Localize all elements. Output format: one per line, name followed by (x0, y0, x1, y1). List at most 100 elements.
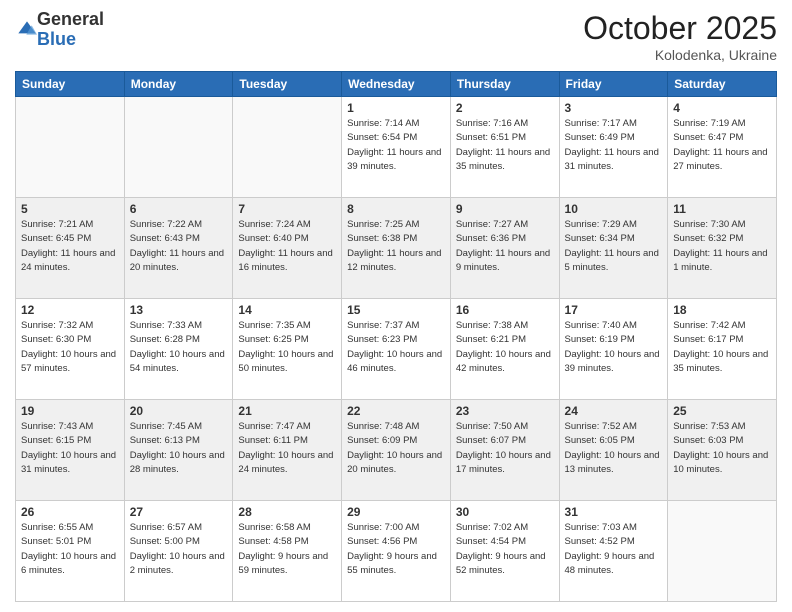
table-row: 1 Sunrise: 7:14 AMSunset: 6:54 PMDaylight… (342, 97, 451, 198)
table-row: 21 Sunrise: 7:47 AMSunset: 6:11 PMDayligh… (233, 400, 342, 501)
day-number: 12 (21, 303, 119, 317)
day-info: Sunrise: 7:24 AMSunset: 6:40 PMDaylight:… (238, 218, 336, 275)
col-monday: Monday (124, 72, 233, 97)
day-number: 24 (565, 404, 663, 418)
day-number: 5 (21, 202, 119, 216)
table-row: 3 Sunrise: 7:17 AMSunset: 6:49 PMDaylight… (559, 97, 668, 198)
day-number: 4 (673, 101, 771, 115)
day-number: 3 (565, 101, 663, 115)
day-info: Sunrise: 7:38 AMSunset: 6:21 PMDaylight:… (456, 319, 554, 376)
day-info: Sunrise: 7:21 AMSunset: 6:45 PMDaylight:… (21, 218, 119, 275)
table-row: 27 Sunrise: 6:57 AMSunset: 5:00 PMDayligh… (124, 501, 233, 602)
day-info: Sunrise: 6:57 AMSunset: 5:00 PMDaylight:… (130, 521, 228, 578)
day-info: Sunrise: 6:58 AMSunset: 4:58 PMDaylight:… (238, 521, 336, 578)
day-info: Sunrise: 7:03 AMSunset: 4:52 PMDaylight:… (565, 521, 663, 578)
table-row: 25Sunrise: 7:53 AMSunset: 6:03 PMDayligh… (668, 400, 777, 501)
day-number: 17 (565, 303, 663, 317)
page: General Blue October 2025 Kolodenka, Ukr… (0, 0, 792, 612)
table-row: 14Sunrise: 7:35 AMSunset: 6:25 PMDayligh… (233, 299, 342, 400)
day-info: Sunrise: 7:30 AMSunset: 6:32 PMDaylight:… (673, 218, 771, 275)
calendar-table: Sunday Monday Tuesday Wednesday Thursday… (15, 71, 777, 602)
day-number: 19 (21, 404, 119, 418)
table-row: 13 Sunrise: 7:33 AMSunset: 6:28 PMDayligh… (124, 299, 233, 400)
day-info: Sunrise: 7:00 AMSunset: 4:56 PMDaylight:… (347, 521, 445, 578)
day-number: 20 (130, 404, 228, 418)
day-info: Sunrise: 7:33 AMSunset: 6:28 PMDaylight:… (130, 319, 228, 376)
calendar-week-row: 26 Sunrise: 6:55 AMSunset: 5:01 PMDayligh… (16, 501, 777, 602)
col-friday: Friday (559, 72, 668, 97)
day-number: 2 (456, 101, 554, 115)
day-number: 7 (238, 202, 336, 216)
calendar-week-row: 5 Sunrise: 7:21 AMSunset: 6:45 PMDaylight… (16, 198, 777, 299)
day-info: Sunrise: 7:17 AMSunset: 6:49 PMDaylight:… (565, 117, 663, 174)
table-row: 8Sunrise: 7:25 AMSunset: 6:38 PMDaylight… (342, 198, 451, 299)
day-info: Sunrise: 7:42 AMSunset: 6:17 PMDaylight:… (673, 319, 771, 376)
table-row: 28 Sunrise: 6:58 AMSunset: 4:58 PMDayligh… (233, 501, 342, 602)
day-number: 21 (238, 404, 336, 418)
day-info: Sunrise: 7:50 AMSunset: 6:07 PMDaylight:… (456, 420, 554, 477)
table-row: 22 Sunrise: 7:48 AMSunset: 6:09 PMDayligh… (342, 400, 451, 501)
table-row (16, 97, 125, 198)
day-number: 30 (456, 505, 554, 519)
day-info: Sunrise: 7:25 AMSunset: 6:38 PMDaylight:… (347, 218, 445, 275)
day-number: 28 (238, 505, 336, 519)
day-number: 29 (347, 505, 445, 519)
day-info: Sunrise: 7:45 AMSunset: 6:13 PMDaylight:… (130, 420, 228, 477)
day-info: Sunrise: 7:22 AMSunset: 6:43 PMDaylight:… (130, 218, 228, 275)
table-row: 2 Sunrise: 7:16 AMSunset: 6:51 PMDaylight… (450, 97, 559, 198)
day-info: Sunrise: 6:55 AMSunset: 5:01 PMDaylight:… (21, 521, 119, 578)
day-info: Sunrise: 7:47 AMSunset: 6:11 PMDaylight:… (238, 420, 336, 477)
day-info: Sunrise: 7:16 AMSunset: 6:51 PMDaylight:… (456, 117, 554, 174)
day-info: Sunrise: 7:43 AMSunset: 6:15 PMDaylight:… (21, 420, 119, 477)
col-wednesday: Wednesday (342, 72, 451, 97)
logo-general-text: General (37, 10, 104, 30)
table-row: 23Sunrise: 7:50 AMSunset: 6:07 PMDayligh… (450, 400, 559, 501)
table-row: 9Sunrise: 7:27 AMSunset: 6:36 PMDaylight… (450, 198, 559, 299)
table-row: 20 Sunrise: 7:45 AMSunset: 6:13 PMDayligh… (124, 400, 233, 501)
day-number: 10 (565, 202, 663, 216)
day-number: 1 (347, 101, 445, 115)
table-row (668, 501, 777, 602)
table-row: 24 Sunrise: 7:52 AMSunset: 6:05 PMDayligh… (559, 400, 668, 501)
table-row: 19 Sunrise: 7:43 AMSunset: 6:15 PMDayligh… (16, 400, 125, 501)
calendar-week-row: 1 Sunrise: 7:14 AMSunset: 6:54 PMDaylight… (16, 97, 777, 198)
table-row: 18 Sunrise: 7:42 AMSunset: 6:17 PMDayligh… (668, 299, 777, 400)
day-number: 9 (456, 202, 554, 216)
table-row: 16Sunrise: 7:38 AMSunset: 6:21 PMDayligh… (450, 299, 559, 400)
day-info: Sunrise: 7:32 AMSunset: 6:30 PMDaylight:… (21, 319, 119, 376)
title-area: October 2025 Kolodenka, Ukraine (583, 10, 777, 63)
table-row: 31Sunrise: 7:03 AMSunset: 4:52 PMDayligh… (559, 501, 668, 602)
location: Kolodenka, Ukraine (583, 47, 777, 63)
day-info: Sunrise: 7:35 AMSunset: 6:25 PMDaylight:… (238, 319, 336, 376)
col-saturday: Saturday (668, 72, 777, 97)
logo: General Blue (15, 10, 104, 50)
day-number: 15 (347, 303, 445, 317)
table-row: 15Sunrise: 7:37 AMSunset: 6:23 PMDayligh… (342, 299, 451, 400)
table-row: 7 Sunrise: 7:24 AMSunset: 6:40 PMDaylight… (233, 198, 342, 299)
day-number: 18 (673, 303, 771, 317)
day-number: 26 (21, 505, 119, 519)
calendar-week-row: 19 Sunrise: 7:43 AMSunset: 6:15 PMDayligh… (16, 400, 777, 501)
table-row (124, 97, 233, 198)
calendar-header-row: Sunday Monday Tuesday Wednesday Thursday… (16, 72, 777, 97)
month-title: October 2025 (583, 10, 777, 47)
day-number: 25 (673, 404, 771, 418)
calendar-week-row: 12 Sunrise: 7:32 AMSunset: 6:30 PMDayligh… (16, 299, 777, 400)
day-number: 6 (130, 202, 228, 216)
table-row: 17Sunrise: 7:40 AMSunset: 6:19 PMDayligh… (559, 299, 668, 400)
logo-icon (17, 20, 37, 40)
table-row: 4Sunrise: 7:19 AMSunset: 6:47 PMDaylight… (668, 97, 777, 198)
day-info: Sunrise: 7:29 AMSunset: 6:34 PMDaylight:… (565, 218, 663, 275)
table-row: 6 Sunrise: 7:22 AMSunset: 6:43 PMDaylight… (124, 198, 233, 299)
day-number: 22 (347, 404, 445, 418)
col-tuesday: Tuesday (233, 72, 342, 97)
day-info: Sunrise: 7:14 AMSunset: 6:54 PMDaylight:… (347, 117, 445, 174)
logo-blue-text: Blue (37, 30, 104, 50)
day-number: 13 (130, 303, 228, 317)
day-info: Sunrise: 7:52 AMSunset: 6:05 PMDaylight:… (565, 420, 663, 477)
header: General Blue October 2025 Kolodenka, Ukr… (15, 10, 777, 63)
table-row: 12 Sunrise: 7:32 AMSunset: 6:30 PMDayligh… (16, 299, 125, 400)
table-row: 30Sunrise: 7:02 AMSunset: 4:54 PMDayligh… (450, 501, 559, 602)
day-info: Sunrise: 7:48 AMSunset: 6:09 PMDaylight:… (347, 420, 445, 477)
day-number: 27 (130, 505, 228, 519)
